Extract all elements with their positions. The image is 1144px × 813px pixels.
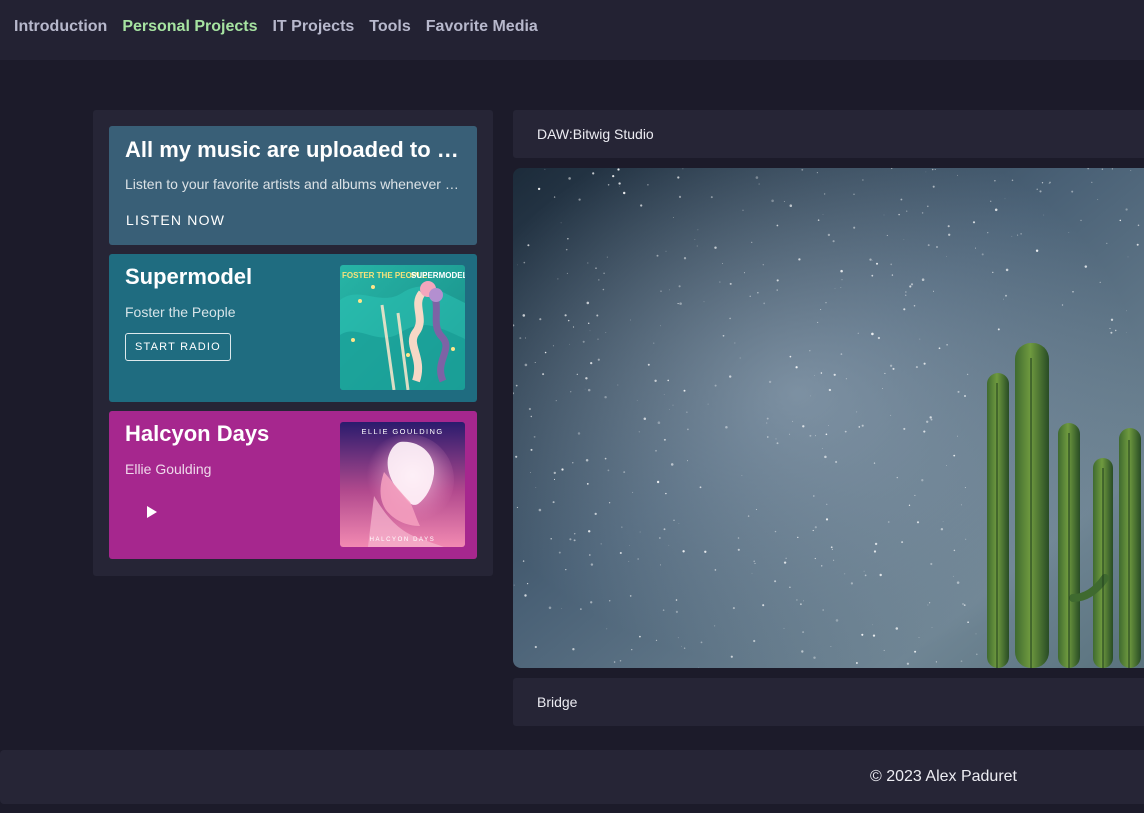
album-artist: Ellie Goulding (125, 461, 212, 477)
media-footer-bridge: Bridge (513, 678, 1144, 726)
play-button[interactable] (133, 496, 169, 528)
media-footer-label: Bridge (537, 694, 578, 710)
svg-text:HALCYON DAYS: HALCYON DAYS (370, 537, 436, 543)
start-radio-button[interactable]: START RADIO (125, 333, 231, 361)
starry-sky-cactus-image (513, 168, 1144, 668)
promo-title: All my music are uploaded to Spotify (125, 137, 465, 162)
album-card-halcyon-days: Halcyon Days Ellie Goulding ELLIE GOULDI… (109, 411, 477, 559)
svg-text:SUPERMODEL: SUPERMODEL (411, 271, 465, 280)
nav-personal-projects[interactable]: Personal Projects (122, 18, 257, 36)
halcyon-days-album-cover: ELLIE GOULDING HALCYON DAYS (340, 422, 465, 547)
nav-introduction[interactable]: Introduction (14, 18, 107, 36)
listen-now-button[interactable]: LISTEN NOW (126, 212, 225, 228)
album-title: Supermodel (125, 264, 253, 289)
media-header-label: DAW:Bitwig Studio (537, 126, 654, 142)
play-icon (147, 506, 157, 518)
album-card-supermodel: Supermodel Foster the People START RADIO (109, 254, 477, 402)
spotify-promo-card: All my music are uploaded to Spotify Lis… (109, 126, 477, 245)
media-header-daw: DAW:Bitwig Studio (513, 110, 1144, 158)
album-artist: Foster the People (125, 304, 236, 320)
nav-tools[interactable]: Tools (369, 18, 410, 36)
copyright-text: © 2023 Alex Paduret (870, 768, 1017, 785)
music-panel: All my music are uploaded to Spotify Lis… (93, 110, 493, 576)
supermodel-album-cover: FOSTER THE PEOPLE SUPERMODEL (340, 265, 465, 390)
site-footer: © 2023 Alex Paduret (0, 750, 1144, 804)
album-title: Halcyon Days (125, 421, 270, 446)
top-navigation: Introduction Personal Projects IT Projec… (0, 0, 1144, 60)
svg-text:ELLIE GOULDING: ELLIE GOULDING (361, 427, 443, 436)
promo-subtitle: Listen to your favorite artists and albu… (125, 176, 461, 192)
nav-it-projects[interactable]: IT Projects (272, 18, 354, 36)
nav-favorite-media[interactable]: Favorite Media (426, 18, 538, 36)
